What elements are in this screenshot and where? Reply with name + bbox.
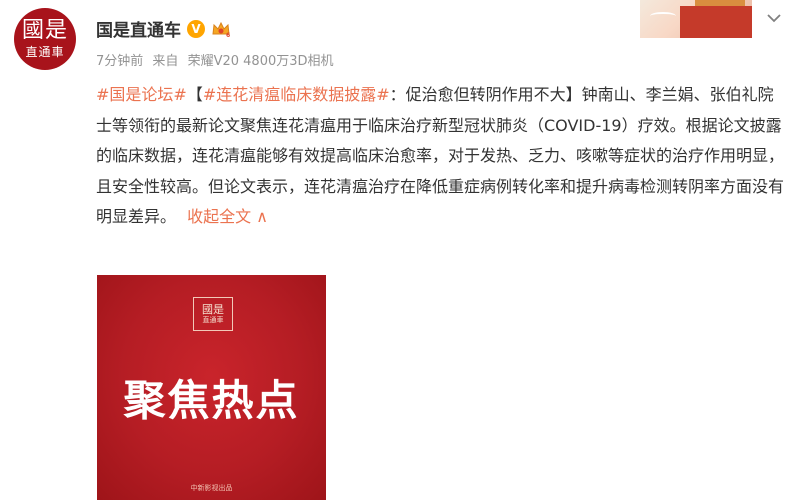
collapse-full-text-link[interactable]: 收起全文 ∧ [187, 207, 268, 226]
hashtag-lianhua-data[interactable]: #连花清瘟临床数据披露# [203, 85, 390, 104]
image-logo-line1: 國是 [202, 302, 224, 316]
source-prefix: 来自 [152, 54, 179, 69]
avatar-text-line2: 直通車 [25, 45, 65, 59]
bird-icon [650, 12, 676, 20]
verified-badge-text: V [191, 21, 201, 36]
crown-icon[interactable]: 6 [211, 20, 231, 38]
hashtag-guoshi-forum[interactable]: #国是论坛# [96, 85, 187, 104]
post-text: #国是论坛#【#连花清瘟临床数据披露#：促治愈但转阴作用不大】钟南山、李兰娟、张… [96, 80, 786, 233]
source-device[interactable]: 荣耀V20 4800万3D相机 [188, 54, 334, 69]
username[interactable]: 国是直通车 [96, 16, 181, 41]
collapse-label: 收起全文 [187, 207, 252, 226]
verified-icon: V [187, 19, 205, 38]
avatar-text-line1: 國是 [21, 18, 68, 43]
banner-wall [680, 6, 752, 38]
image-logo: 國是 直通車 [193, 297, 233, 331]
user-header: 国是直通车 V 6 [96, 16, 231, 41]
banner-decoration [640, 0, 752, 38]
image-logo-line2: 直通車 [202, 315, 224, 324]
post-meta: 7分钟前 来自 荣耀V20 4800万3D相机 [96, 50, 339, 69]
chevron-up-icon: ∧ [256, 207, 268, 226]
title-bracket: 【 [186, 85, 203, 104]
post-body: ：促治愈但转阴作用不大】钟南山、李兰娟、张伯礼院士等领衔的最新论文聚焦连花清瘟用… [96, 85, 785, 226]
post-image[interactable]: 國是 直通車 聚焦热点 中新影视出品 [97, 275, 326, 500]
svg-text:6: 6 [226, 32, 230, 38]
post-time[interactable]: 7分钟前 [96, 54, 143, 69]
avatar[interactable]: 國是 直通車 [14, 8, 76, 70]
image-headline: 聚焦热点 [123, 376, 300, 425]
image-footer: 中新影视出品 [190, 484, 233, 492]
chevron-down-icon[interactable] [764, 8, 784, 28]
